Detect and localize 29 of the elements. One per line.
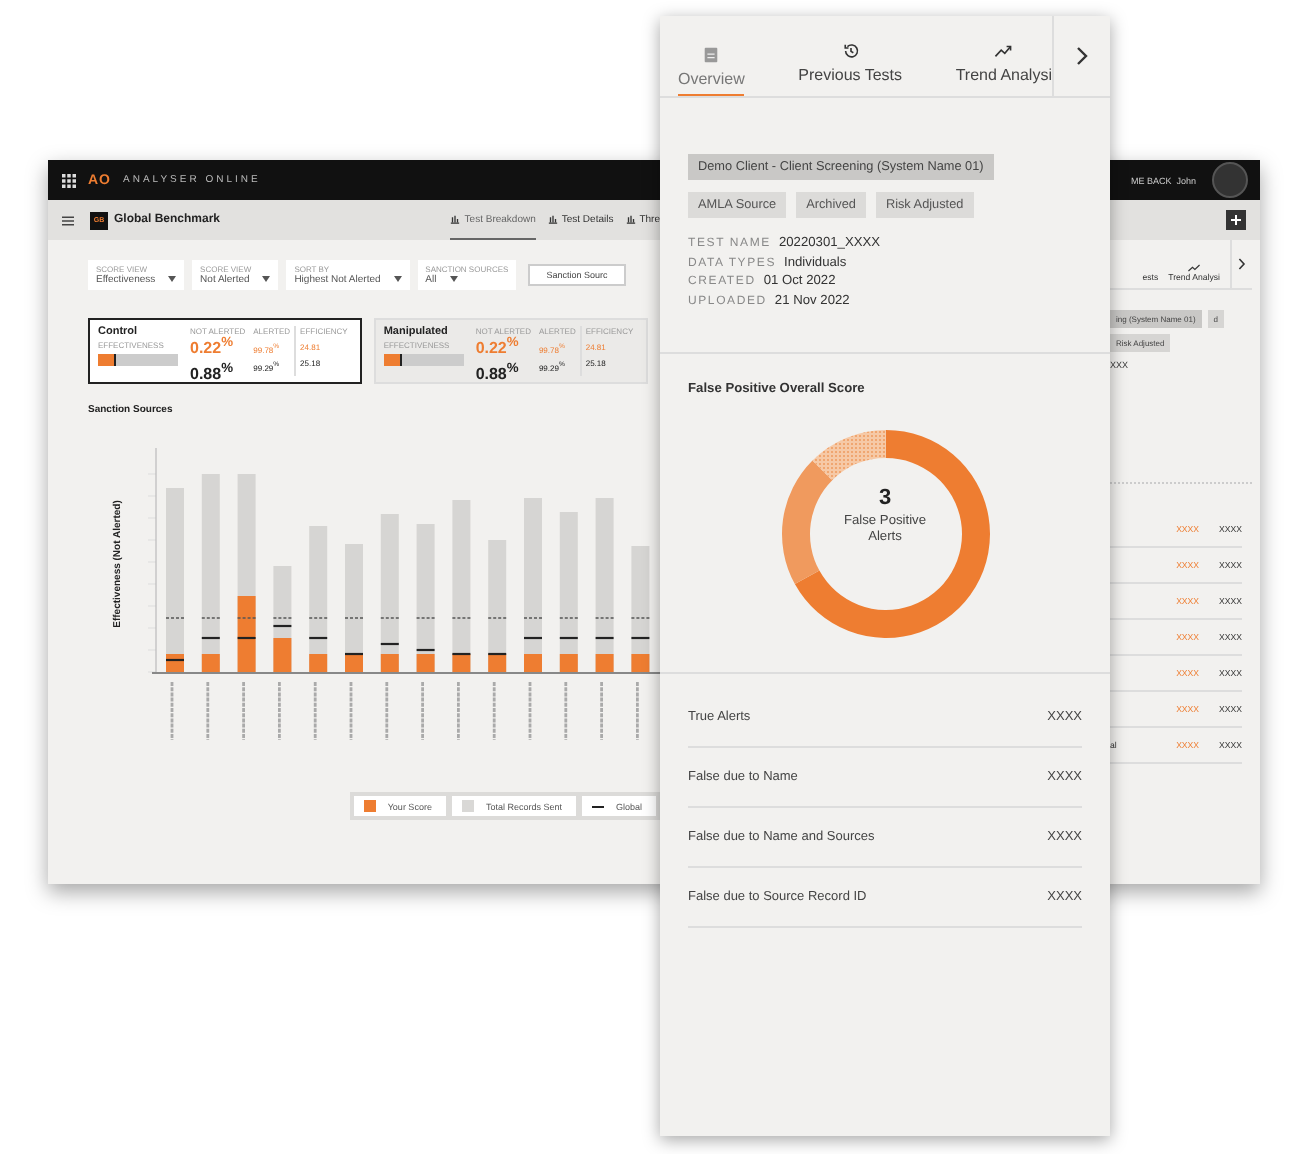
add-button[interactable] (1226, 210, 1246, 230)
tab[interactable]: Trend Analysi (955, 16, 1052, 96)
bar-chart-icon (450, 214, 461, 224)
score-value: 0.88$^{%}$ (475, 361, 519, 383)
apps-grid-icon[interactable] (62, 173, 76, 187)
chevron-right-icon (1238, 258, 1246, 270)
caret-icon (393, 276, 402, 283)
trend-icon (1188, 264, 1201, 272)
chevron-right-icon (1076, 46, 1088, 66)
trend-icon (994, 42, 1013, 60)
caret-icon (168, 276, 177, 283)
chart-bar (272, 566, 293, 672)
chart-bar (344, 544, 364, 672)
chart-bar (487, 540, 507, 672)
score-value: 0.22$^{%}$ (475, 336, 519, 358)
caret-icon (449, 276, 458, 283)
chart-bar (630, 546, 651, 672)
tab[interactable]: Previous Tests (798, 16, 903, 96)
document-icon (702, 46, 721, 64)
score-value: 0.88$^{%}$ (190, 361, 233, 383)
bar-chart-icon (625, 214, 636, 224)
bar-chart-icon (547, 214, 558, 224)
alert-count: 3 (878, 485, 892, 509)
history-icon (841, 42, 860, 60)
score-value: 0.22$^{%}$ (190, 336, 233, 358)
tab[interactable]: Overview (678, 16, 745, 96)
menu-icon[interactable] (62, 215, 74, 225)
caret-icon (262, 276, 271, 283)
avatar[interactable] (1212, 162, 1248, 198)
